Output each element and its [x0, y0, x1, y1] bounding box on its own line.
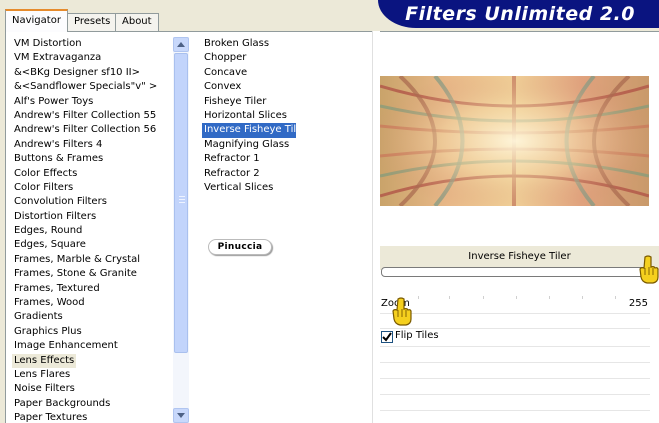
title-banner: Filters Unlimited 2.0	[378, 0, 659, 28]
row-divider	[380, 394, 650, 395]
filter-list[interactable]: Broken Glass Chopper Concave Convex Fisheye …	[202, 37, 312, 195]
progress-bar	[381, 267, 649, 277]
scroll-up-button[interactable]	[173, 37, 189, 52]
category-item[interactable]: Alf's Power Toys	[12, 95, 172, 109]
tab-about[interactable]: About	[115, 13, 159, 31]
filter-item[interactable]: Concave	[202, 66, 312, 80]
category-item[interactable]: Frames, Stone & Granite	[12, 267, 172, 281]
category-item[interactable]: Lens Flares	[12, 368, 172, 382]
row-divider	[380, 313, 650, 314]
tab-presets[interactable]: Presets	[67, 13, 118, 31]
row-divider	[380, 362, 650, 363]
filter-item[interactable]: Refractor 2	[202, 167, 312, 181]
category-item[interactable]: Frames, Wood	[12, 296, 172, 310]
grip-line	[179, 196, 185, 197]
category-item[interactable]: Paper Backgrounds	[12, 397, 172, 411]
arrow-down-icon	[177, 413, 185, 418]
category-list[interactable]: VM Distortion VM Extravaganza &<BKg Design…	[12, 37, 172, 423]
filter-item[interactable]: Vertical Slices	[202, 181, 312, 195]
preview-image	[380, 76, 649, 206]
filter-item[interactable]: Fisheye Tiler	[202, 95, 312, 109]
panel-divider	[372, 31, 380, 423]
author-logo: Pinuccia	[208, 239, 272, 255]
category-item[interactable]: Convolution Filters	[12, 195, 172, 209]
category-scrollbar[interactable]	[173, 37, 189, 423]
category-item[interactable]: Paper Textures	[12, 411, 172, 423]
slider-tick	[449, 296, 450, 299]
category-item[interactable]: &<BKg Designer sf10 II>	[12, 66, 172, 80]
flip-tiles-label: Flip Tiles	[395, 330, 439, 341]
scroll-down-button[interactable]	[173, 408, 189, 423]
category-item[interactable]: Andrew's Filter Collection 56	[12, 123, 172, 137]
category-item[interactable]: Frames, Marble & Crystal	[12, 253, 172, 267]
fisheye-preview	[380, 76, 649, 206]
slider-tick	[615, 296, 616, 299]
slider-tick	[483, 296, 484, 299]
checkmark-icon	[382, 332, 392, 342]
category-item[interactable]: Lens Effects	[12, 353, 76, 368]
slider-tick	[549, 296, 550, 299]
category-item[interactable]: VM Extravaganza	[12, 51, 172, 65]
grip-line	[179, 202, 185, 203]
flip-tiles-checkbox[interactable]	[381, 331, 393, 343]
row-divider	[380, 346, 650, 347]
category-item[interactable]: Color Effects	[12, 167, 172, 181]
filter-item[interactable]: Chopper	[202, 51, 312, 65]
scroll-thumb[interactable]	[174, 53, 188, 353]
slider-tick	[516, 296, 517, 299]
category-item[interactable]: Graphics Plus	[12, 325, 172, 339]
category-item[interactable]: Frames, Textured	[12, 282, 172, 296]
category-item[interactable]: Edges, Round	[12, 224, 172, 238]
category-item[interactable]: Gradients	[12, 310, 172, 324]
category-item[interactable]: Color Filters	[12, 181, 172, 195]
app-title: Filters Unlimited 2.0	[405, 3, 635, 25]
slider-tick	[582, 296, 583, 299]
category-item[interactable]: Andrew's Filter Collection 55	[12, 109, 172, 123]
filter-item[interactable]: Convex	[202, 80, 312, 94]
filter-item[interactable]: Horizontal Slices	[202, 109, 312, 123]
filter-item[interactable]: Broken Glass	[202, 37, 312, 51]
category-item[interactable]: Distortion Filters	[12, 210, 172, 224]
pointing-hand-icon	[639, 255, 659, 284]
category-item[interactable]: Andrew's Filters 4	[12, 138, 172, 152]
filter-item[interactable]: Magnifying Glass	[202, 138, 312, 152]
grip-line	[179, 199, 185, 200]
filter-item[interactable]: Refractor 1	[202, 152, 312, 166]
category-item[interactable]: VM Distortion	[12, 37, 172, 51]
category-item[interactable]: Noise Filters	[12, 382, 172, 396]
row-divider	[380, 378, 650, 379]
category-item[interactable]: Edges, Square	[12, 238, 172, 252]
filter-item[interactable]: Inverse Fisheye Tiler	[202, 123, 306, 138]
tab-navigator[interactable]: Navigator	[5, 9, 68, 32]
category-item[interactable]: Image Enhancement	[12, 339, 172, 353]
row-divider	[380, 410, 650, 411]
row-divider	[380, 328, 650, 329]
category-item[interactable]: Buttons & Frames	[12, 152, 172, 166]
category-item[interactable]: &<Sandflower Specials"v" >	[12, 80, 172, 94]
slider-tick	[418, 296, 419, 299]
arrow-up-icon	[177, 42, 185, 47]
pointing-hand-icon	[392, 297, 412, 326]
zoom-value[interactable]: 255	[626, 298, 648, 309]
